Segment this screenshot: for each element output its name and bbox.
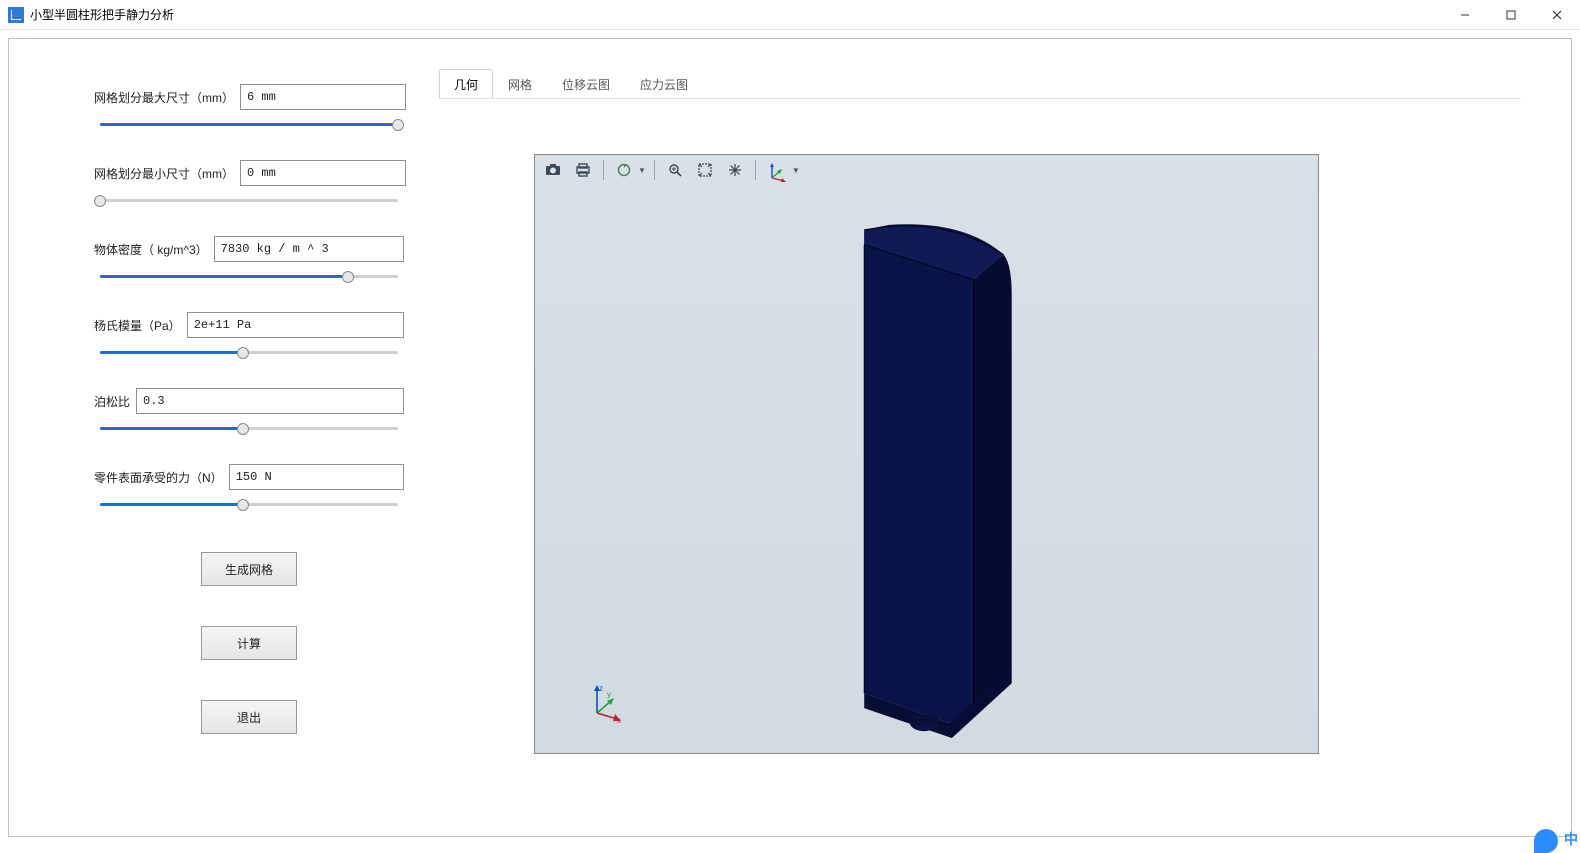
- param-max-mesh: 网格划分最大尺寸（mm）: [94, 84, 404, 132]
- toolbar-separator: [654, 160, 655, 180]
- param-label: 零件表面承受的力（N）: [94, 469, 223, 486]
- ime-badge: 中: [1534, 821, 1578, 845]
- exit-button[interactable]: 退出: [201, 700, 297, 734]
- window-controls: [1442, 0, 1580, 30]
- poisson-input[interactable]: [136, 388, 404, 414]
- param-min-mesh: 网格划分最小尺寸（mm）: [94, 160, 404, 208]
- main-frame: 网格划分最大尺寸（mm） 网格划分最小尺寸（mm） 物体密度（ kg: [8, 38, 1572, 837]
- force-input[interactable]: [229, 464, 404, 490]
- snapshot-icon[interactable]: [541, 158, 565, 182]
- minimize-button[interactable]: [1442, 0, 1488, 30]
- chevron-down-icon[interactable]: ▼: [792, 166, 800, 175]
- tabs: 几何 网格 位移云图 应力云图: [439, 69, 1521, 99]
- print-icon[interactable]: [571, 158, 595, 182]
- param-label: 泊松比: [94, 393, 130, 410]
- model-canvas[interactable]: z x y: [535, 185, 1318, 753]
- tab-stress[interactable]: 应力云图: [625, 69, 703, 99]
- param-label: 网格划分最小尺寸（mm）: [94, 165, 234, 182]
- density-slider[interactable]: [94, 270, 404, 284]
- density-input[interactable]: [214, 236, 404, 262]
- maximize-button[interactable]: [1488, 0, 1534, 30]
- toolbar-separator: [755, 160, 756, 180]
- youngs-input[interactable]: [187, 312, 404, 338]
- app-icon: [8, 7, 24, 23]
- youngs-slider[interactable]: [94, 346, 404, 360]
- poisson-slider[interactable]: [94, 422, 404, 436]
- param-poisson: 泊松比: [94, 388, 404, 436]
- param-force: 零件表面承受的力（N）: [94, 464, 404, 512]
- param-label: 杨氏模量（Pa）: [94, 317, 181, 334]
- svg-text:z: z: [599, 684, 603, 693]
- max-mesh-input[interactable]: [240, 84, 406, 110]
- badge-text: 中: [1564, 829, 1578, 849]
- chevron-down-icon[interactable]: ▼: [638, 166, 646, 175]
- badge-circle-icon: [1534, 829, 1558, 853]
- parameter-panel: 网格划分最大尺寸（mm） 网格划分最小尺寸（mm） 物体密度（ kg: [94, 84, 404, 734]
- tab-geometry[interactable]: 几何: [439, 69, 493, 99]
- window-title: 小型半圆柱形把手静力分析: [30, 6, 174, 23]
- max-mesh-slider[interactable]: [94, 118, 404, 132]
- generate-mesh-button[interactable]: 生成网格: [201, 552, 297, 586]
- min-mesh-slider[interactable]: [94, 194, 404, 208]
- toolbar-separator: [603, 160, 604, 180]
- viewer-toolbar: ▼: [535, 155, 1318, 185]
- param-youngs: 杨氏模量（Pa）: [94, 312, 404, 360]
- svg-text:x: x: [617, 716, 621, 723]
- titlebar: 小型半圆柱形把手静力分析: [0, 0, 1580, 30]
- param-density: 物体密度（ kg/m^3）: [94, 236, 404, 284]
- close-button[interactable]: [1534, 0, 1580, 30]
- tab-displacement[interactable]: 位移云图: [547, 69, 625, 99]
- action-buttons: 生成网格 计算 退出: [94, 552, 404, 734]
- zoom-window-icon[interactable]: [663, 158, 687, 182]
- svg-text:y: y: [607, 690, 611, 699]
- spin-icon[interactable]: [612, 158, 636, 182]
- result-panel: 几何 网格 位移云图 应力云图 ▼: [439, 69, 1521, 806]
- param-label: 物体密度（ kg/m^3）: [94, 241, 208, 258]
- axis-triad: z x y: [585, 683, 625, 723]
- axes-icon[interactable]: [764, 158, 790, 182]
- tab-content: ▼: [439, 98, 1521, 805]
- compute-button[interactable]: 计算: [201, 626, 297, 660]
- 3d-viewer[interactable]: ▼: [534, 154, 1319, 754]
- tab-mesh[interactable]: 网格: [493, 69, 547, 99]
- orbit-icon[interactable]: [723, 158, 747, 182]
- min-mesh-input[interactable]: [240, 160, 406, 186]
- force-slider[interactable]: [94, 498, 404, 512]
- param-label: 网格划分最大尺寸（mm）: [94, 89, 234, 106]
- fit-all-icon[interactable]: [693, 158, 717, 182]
